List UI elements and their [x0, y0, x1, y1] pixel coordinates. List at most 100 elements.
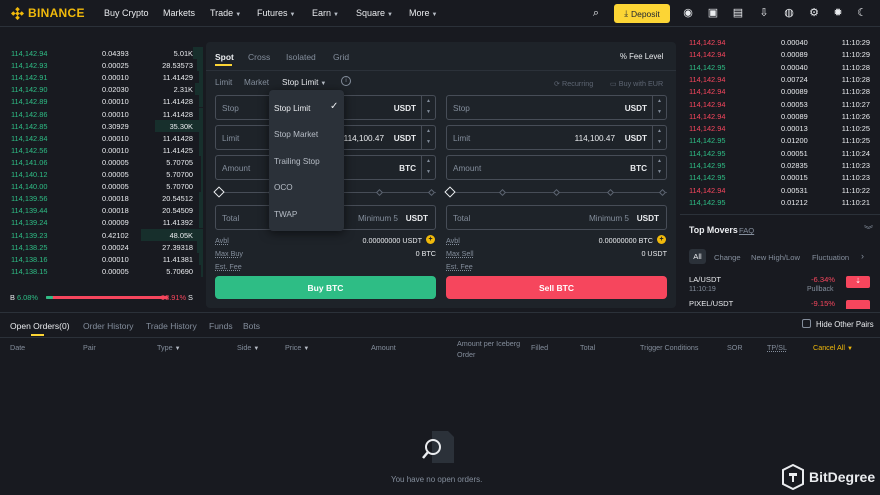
- nav-futures[interactable]: Futures ▼: [257, 8, 295, 18]
- order-book-row[interactable]: 114,139.23 0.42102 48.05K: [0, 228, 203, 241]
- order-book-row[interactable]: 114,142.90 0.02030 2.31K: [0, 83, 203, 96]
- collapse-icon[interactable]: ︾: [864, 223, 873, 236]
- dropdown-item-twap[interactable]: TWAP: [274, 210, 297, 219]
- order-type-limit[interactable]: Limit: [215, 78, 232, 87]
- slider-mark-100[interactable]: [427, 188, 436, 197]
- deposit-button[interactable]: ⤓ Deposit: [614, 4, 670, 23]
- stepper-down-icon[interactable]: ▼: [653, 137, 666, 148]
- tab-spot[interactable]: Spot: [215, 52, 234, 62]
- stepper-up-icon[interactable]: ▲: [653, 156, 666, 167]
- stepper-down-icon[interactable]: ▼: [422, 137, 435, 148]
- nav-earn[interactable]: Earn ▼: [312, 8, 339, 18]
- stepper-up-icon[interactable]: ▲: [422, 126, 435, 137]
- download-app-icon[interactable]: ⇩: [756, 5, 772, 21]
- globe-icon[interactable]: ◍: [781, 5, 797, 21]
- tab-cross[interactable]: Cross: [248, 52, 270, 62]
- col-type[interactable]: Type ▼: [157, 343, 181, 352]
- order-book-row[interactable]: 114,139.56 0.00018 20.54512: [0, 192, 203, 205]
- slider-mark-75[interactable]: [375, 188, 384, 197]
- movers-filter-fluctuation[interactable]: Fluctuation: [812, 253, 849, 262]
- sell-amount-stepper[interactable]: ▲ ▼: [652, 156, 666, 179]
- order-book-row[interactable]: 114,142.89 0.00010 11.41428: [0, 95, 203, 108]
- order-book-row[interactable]: 114,142.93 0.00025 28.53573: [0, 59, 203, 72]
- mover-item[interactable]: PIXEL/USDT -9.15%: [689, 297, 874, 309]
- fee-level-link[interactable]: % Fee Level: [620, 52, 663, 61]
- info-icon[interactable]: i: [341, 76, 351, 86]
- dropdown-item-stop-market[interactable]: Stop Market: [274, 130, 318, 139]
- order-type-stop-limit[interactable]: Stop Limit ▼: [282, 78, 326, 87]
- sell-percent-slider[interactable]: [444, 186, 667, 198]
- dropdown-item-stop-limit[interactable]: Stop Limit: [274, 104, 310, 113]
- nav-trade[interactable]: Trade ▼: [210, 8, 241, 18]
- movers-filter-change[interactable]: Change: [714, 253, 741, 262]
- cancel-all-button[interactable]: Cancel All ▼: [813, 343, 853, 352]
- buy-stop-stepper[interactable]: ▲ ▼: [421, 96, 435, 119]
- buy-btc-button[interactable]: Buy BTC: [215, 276, 436, 299]
- tab-isolated[interactable]: Isolated: [286, 52, 316, 62]
- hide-other-pairs-checkbox[interactable]: [802, 319, 811, 328]
- top-movers-faq-link[interactable]: FAQ: [739, 226, 754, 235]
- nav-more[interactable]: More ▼: [409, 8, 437, 18]
- tab-open-orders[interactable]: Open Orders(0): [10, 321, 70, 331]
- order-book-row[interactable]: 114,142.84 0.00010 11.41428: [0, 131, 203, 144]
- tab-funds[interactable]: Funds: [209, 321, 233, 331]
- sell-stop-stepper[interactable]: ▲ ▼: [652, 96, 666, 119]
- order-book-row[interactable]: 114,142.85 0.30929 35.30K: [0, 119, 203, 132]
- order-book-row[interactable]: 114,140.12 0.00005 5.70700: [0, 168, 203, 180]
- order-book-row[interactable]: 114,138.15 0.00005 5.70690: [0, 264, 203, 277]
- slider-mark-50[interactable]: [552, 188, 561, 197]
- sell-total-field[interactable]: Total Minimum 5 USDT: [446, 205, 667, 230]
- buy-with-link[interactable]: ▭ Buy with EUR: [610, 79, 663, 88]
- stepper-up-icon[interactable]: ▲: [422, 96, 435, 107]
- stepper-down-icon[interactable]: ▼: [422, 167, 435, 178]
- dropdown-item-oco[interactable]: OCO: [274, 183, 293, 192]
- chevron-right-icon[interactable]: ›: [861, 251, 864, 261]
- order-book-row[interactable]: 114,142.94 0.04393 5.01K: [0, 47, 203, 59]
- user-icon[interactable]: ◉: [680, 5, 696, 21]
- nav-square[interactable]: Square ▼: [356, 8, 393, 18]
- stepper-up-icon[interactable]: ▲: [653, 96, 666, 107]
- theme-moon-icon[interactable]: ☾: [854, 5, 870, 21]
- sell-limit-field[interactable]: Limit 114,100.47 USDT ▲ ▼: [446, 125, 667, 150]
- slider-mark-25[interactable]: [498, 188, 507, 197]
- recurring-link[interactable]: ⟳ Recurring: [554, 79, 593, 88]
- sell-btc-button[interactable]: Sell BTC: [446, 276, 667, 299]
- order-book-row[interactable]: 114,139.24 0.00009 11.41392: [0, 216, 203, 229]
- buy-limit-stepper[interactable]: ▲ ▼: [421, 126, 435, 149]
- movers-filter-new-high-low[interactable]: New High/Low: [751, 253, 800, 262]
- dropdown-item-trailing-stop[interactable]: Trailing Stop: [274, 157, 320, 166]
- wallet-icon[interactable]: ▣: [705, 5, 721, 21]
- order-book-row[interactable]: 114,142.86 0.00010 11.41428: [0, 107, 203, 120]
- stepper-down-icon[interactable]: ▼: [422, 107, 435, 118]
- col-price[interactable]: Price ▼: [285, 343, 309, 352]
- nav-markets[interactable]: Markets: [163, 8, 195, 18]
- stepper-down-icon[interactable]: ▼: [653, 167, 666, 178]
- message-icon[interactable]: ▤: [730, 5, 746, 21]
- nav-buy-crypto[interactable]: Buy Crypto: [104, 8, 149, 18]
- sell-stop-field[interactable]: Stop USDT ▲ ▼: [446, 95, 667, 120]
- tab-grid[interactable]: Grid: [333, 52, 349, 62]
- tab-trade-history[interactable]: Trade History: [146, 321, 197, 331]
- settings-icon[interactable]: ⚙: [806, 5, 822, 21]
- search-icon[interactable]: ⌕: [588, 5, 604, 21]
- buy-amount-stepper[interactable]: ▲ ▼: [421, 156, 435, 179]
- slider-handle[interactable]: [444, 186, 456, 198]
- order-book-row[interactable]: 114,140.00 0.00005 5.70700: [0, 180, 203, 193]
- stepper-up-icon[interactable]: ▲: [422, 156, 435, 167]
- order-book-row[interactable]: 114,142.91 0.00010 11.41429: [0, 71, 203, 84]
- slider-handle[interactable]: [213, 186, 225, 198]
- col-side[interactable]: Side ▼: [237, 343, 259, 352]
- stepper-down-icon[interactable]: ▼: [653, 107, 666, 118]
- order-book-row[interactable]: 114,138.16 0.00010 11.41381: [0, 252, 203, 265]
- order-type-market[interactable]: Market: [244, 78, 269, 87]
- stepper-up-icon[interactable]: ▲: [653, 126, 666, 137]
- slider-mark-100[interactable]: [658, 188, 667, 197]
- tab-bots[interactable]: Bots: [243, 321, 260, 331]
- sell-limit-stepper[interactable]: ▲ ▼: [652, 126, 666, 149]
- binance-logo[interactable]: BINANCE: [11, 6, 85, 20]
- order-book-row[interactable]: 114,139.44 0.00018 20.54509: [0, 204, 203, 217]
- movers-filter-all[interactable]: All: [689, 249, 706, 264]
- slider-mark-75[interactable]: [606, 188, 615, 197]
- order-book-row[interactable]: 114,138.25 0.00024 27.39318: [0, 240, 203, 253]
- tab-order-history[interactable]: Order History: [83, 321, 134, 331]
